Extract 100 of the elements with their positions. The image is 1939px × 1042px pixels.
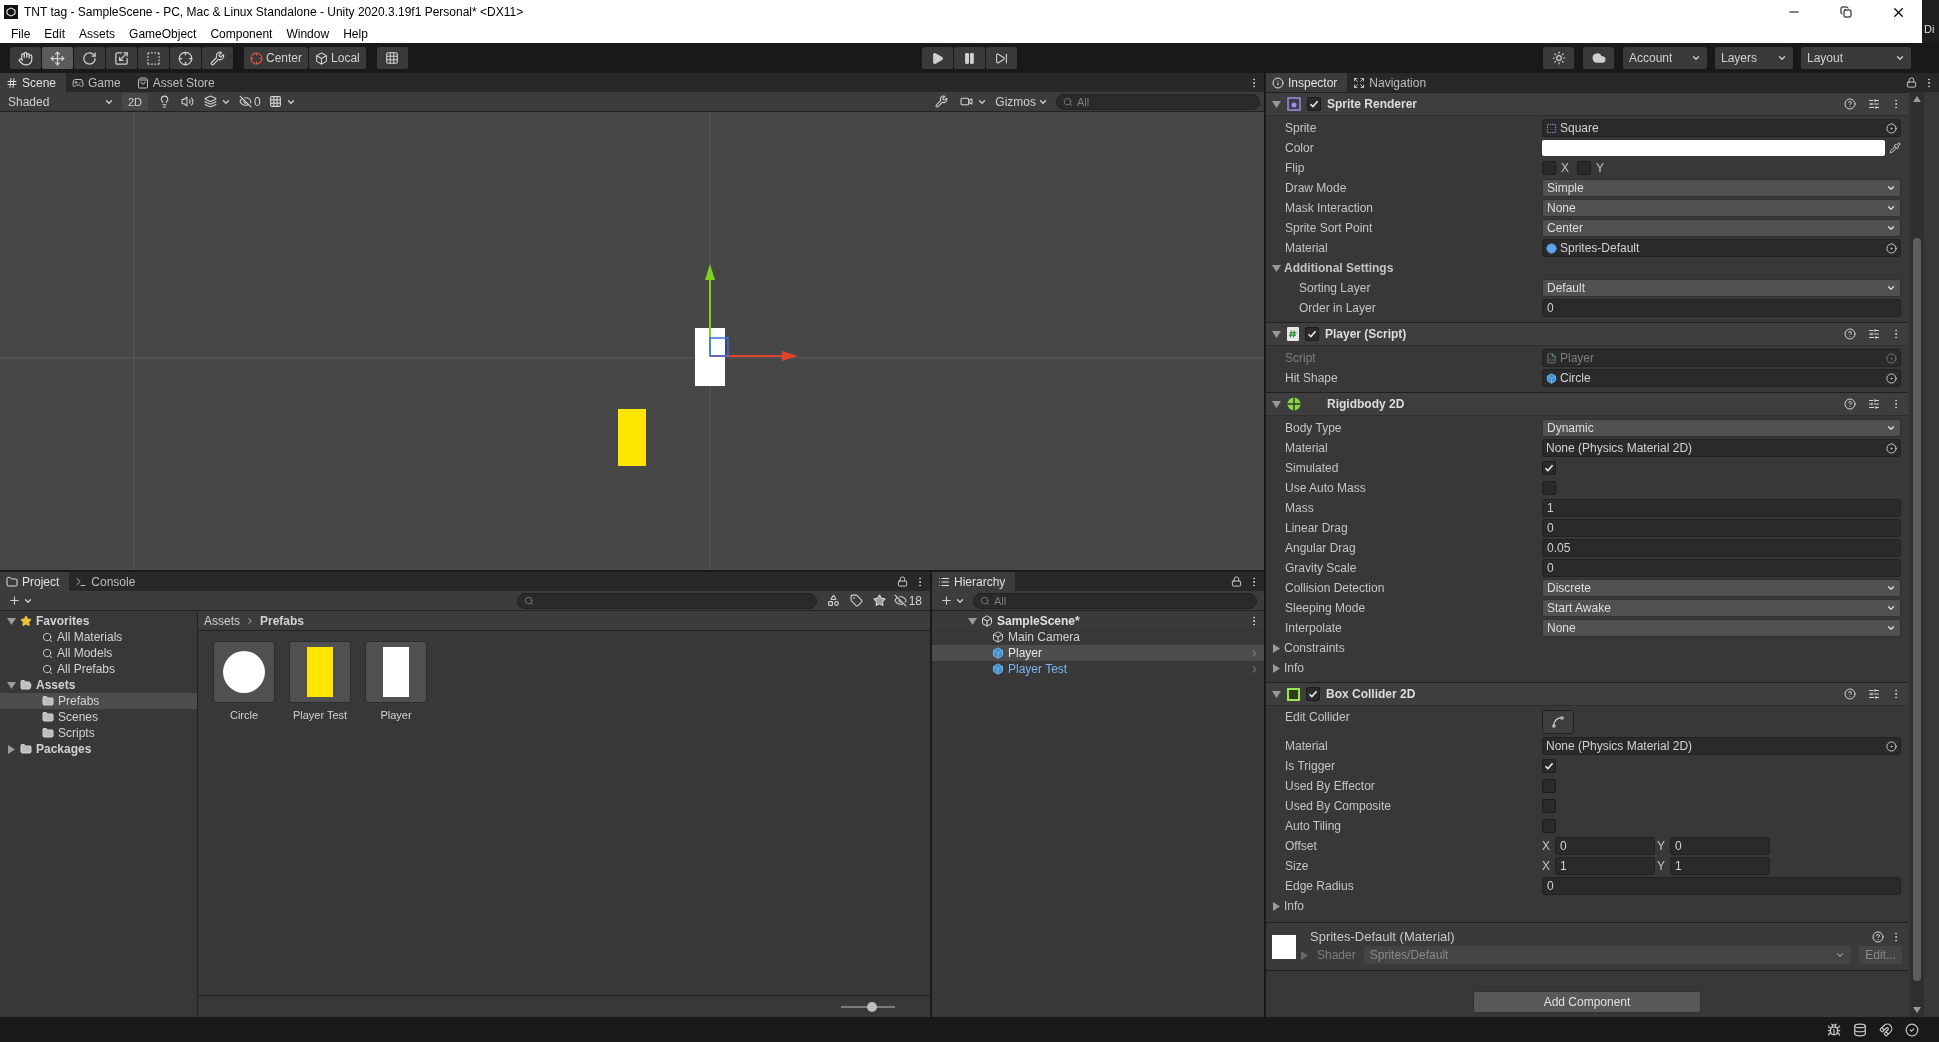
presets-icon[interactable] bbox=[1868, 98, 1880, 110]
cloud-button[interactable] bbox=[1583, 47, 1614, 69]
checkbox[interactable] bbox=[1542, 461, 1556, 475]
panel-tab[interactable]: Game bbox=[66, 73, 131, 92]
tree-item[interactable]: All Prefabs bbox=[0, 661, 197, 677]
tree-item[interactable]: Assets bbox=[0, 677, 197, 693]
component-header[interactable]: Sprite Renderer bbox=[1266, 92, 1908, 116]
play-button[interactable] bbox=[921, 47, 953, 69]
pivot-button[interactable]: Local bbox=[309, 47, 366, 69]
move-gizmo-drawing[interactable] bbox=[705, 264, 798, 361]
dropdown[interactable]: Center bbox=[1542, 219, 1901, 237]
number-field[interactable]: 1 bbox=[1670, 857, 1770, 875]
object-field[interactable]: Sprites-Default bbox=[1542, 239, 1901, 257]
color-field[interactable] bbox=[1542, 140, 1885, 156]
expanded-arrow-icon[interactable] bbox=[968, 616, 977, 626]
lock-icon[interactable] bbox=[897, 576, 908, 587]
label-filter-icon[interactable] bbox=[849, 594, 863, 607]
grid-icon[interactable] bbox=[268, 95, 282, 108]
breadcrumb-item[interactable]: Assets bbox=[204, 613, 240, 628]
layers-dropdown[interactable]: Layers bbox=[1715, 47, 1793, 69]
help-icon[interactable] bbox=[1872, 930, 1884, 943]
lighting-button[interactable] bbox=[1543, 47, 1574, 69]
section-label[interactable]: Constraints bbox=[1284, 641, 1345, 655]
checkbox[interactable] bbox=[1542, 759, 1556, 773]
asset-thumbnail[interactable] bbox=[365, 641, 427, 703]
menu-item[interactable]: File bbox=[4, 26, 38, 41]
tree-item[interactable]: Prefabs bbox=[0, 693, 197, 709]
scroll-up-icon[interactable] bbox=[1913, 96, 1921, 102]
edit-collider-button[interactable] bbox=[1542, 710, 1574, 734]
expanded-arrow-icon[interactable] bbox=[1272, 399, 1281, 409]
number-field[interactable]: 0 bbox=[1542, 519, 1901, 537]
number-field[interactable]: 0 bbox=[1555, 837, 1655, 855]
pause-button[interactable] bbox=[953, 47, 985, 69]
panel-tab[interactable]: Project bbox=[0, 572, 70, 591]
collapsed-arrow-icon[interactable] bbox=[1272, 663, 1281, 673]
hierarchy-item[interactable]: Main Camera bbox=[932, 629, 1264, 645]
panel-tab[interactable]: Navigation bbox=[1347, 73, 1437, 92]
expanded-arrow-icon[interactable] bbox=[1272, 329, 1281, 339]
section-label[interactable]: Additional Settings bbox=[1284, 261, 1394, 275]
checkbox[interactable] bbox=[1542, 481, 1556, 495]
number-field[interactable]: 0 bbox=[1542, 299, 1901, 317]
menu-item[interactable]: Window bbox=[279, 26, 337, 41]
effects-icon[interactable] bbox=[204, 95, 218, 108]
scroll-down-icon[interactable] bbox=[1913, 1007, 1921, 1013]
number-field[interactable]: 1 bbox=[1555, 857, 1655, 875]
asset-thumbnail[interactable] bbox=[213, 641, 275, 703]
panel-tab[interactable]: Scene bbox=[0, 73, 67, 92]
checkbox[interactable] bbox=[1542, 799, 1556, 813]
tool-button[interactable] bbox=[74, 47, 105, 69]
account-dropdown[interactable]: Account bbox=[1623, 47, 1707, 69]
breadcrumb-item[interactable]: Prefabs bbox=[260, 613, 305, 628]
expanded-arrow-icon[interactable] bbox=[6, 680, 16, 690]
object-field[interactable]: Circle bbox=[1542, 369, 1901, 387]
tree-item[interactable]: Favorites bbox=[0, 613, 197, 629]
tree-item[interactable]: Scenes bbox=[0, 709, 197, 725]
tree-item[interactable]: All Materials bbox=[0, 629, 197, 645]
tool-button[interactable] bbox=[138, 47, 169, 69]
menu-item[interactable]: GameObject bbox=[122, 26, 204, 41]
menu-item[interactable]: Help bbox=[336, 26, 375, 41]
dropdown[interactable]: None bbox=[1542, 619, 1901, 637]
search-field[interactable] bbox=[516, 592, 817, 609]
collapsed-arrow-icon[interactable] bbox=[1272, 901, 1281, 911]
panel-tab[interactable]: Console bbox=[69, 572, 146, 591]
expanded-arrow-icon[interactable] bbox=[6, 616, 16, 626]
presets-icon[interactable] bbox=[1868, 688, 1880, 700]
layout-dropdown[interactable]: Layout bbox=[1801, 47, 1911, 69]
step-button[interactable] bbox=[985, 47, 1017, 69]
dropdown[interactable]: Default bbox=[1542, 279, 1901, 297]
enable-checkbox[interactable] bbox=[1305, 327, 1319, 341]
checkbox[interactable] bbox=[1577, 161, 1591, 175]
dropdown[interactable]: Simple bbox=[1542, 179, 1901, 197]
dropdown[interactable]: Dynamic bbox=[1542, 419, 1901, 437]
tool-button[interactable] bbox=[170, 47, 201, 69]
checkbox[interactable] bbox=[1542, 819, 1556, 833]
section-label[interactable]: Info bbox=[1284, 661, 1304, 675]
tool-button[interactable] bbox=[10, 47, 41, 69]
collapsed-arrow-icon[interactable] bbox=[1272, 643, 1281, 653]
sprite-rectangle[interactable] bbox=[695, 328, 725, 386]
camera-icon[interactable] bbox=[960, 95, 974, 108]
expanded-arrow-icon[interactable] bbox=[1272, 263, 1281, 273]
enable-checkbox[interactable] bbox=[1307, 97, 1321, 111]
help-icon[interactable] bbox=[1844, 398, 1856, 410]
tree-item[interactable]: All Models bbox=[0, 645, 197, 661]
tool-button[interactable] bbox=[42, 47, 73, 69]
lock-icon[interactable] bbox=[1906, 77, 1917, 88]
dropdown[interactable]: None bbox=[1542, 199, 1901, 217]
tools-icon[interactable] bbox=[935, 95, 949, 108]
panel-tab[interactable]: Hierarchy bbox=[932, 572, 1016, 591]
menu-item[interactable]: Edit bbox=[37, 26, 73, 41]
scrollbar[interactable] bbox=[1910, 92, 1924, 1017]
eyedropper-icon[interactable] bbox=[1889, 142, 1901, 154]
tool-button[interactable] bbox=[202, 47, 233, 69]
presets-icon[interactable] bbox=[1868, 328, 1880, 340]
panel-tab[interactable]: Asset Store bbox=[130, 73, 225, 92]
cache-icon[interactable] bbox=[1853, 1022, 1867, 1037]
hierarchy-item[interactable]: Player bbox=[932, 645, 1264, 661]
hidden-packages-toggle[interactable]: 18 bbox=[889, 592, 926, 609]
hierarchy-item[interactable]: Player Test bbox=[932, 661, 1264, 677]
expanded-arrow-icon[interactable] bbox=[1272, 689, 1281, 699]
component-header[interactable]: Box Collider 2D bbox=[1266, 682, 1908, 706]
